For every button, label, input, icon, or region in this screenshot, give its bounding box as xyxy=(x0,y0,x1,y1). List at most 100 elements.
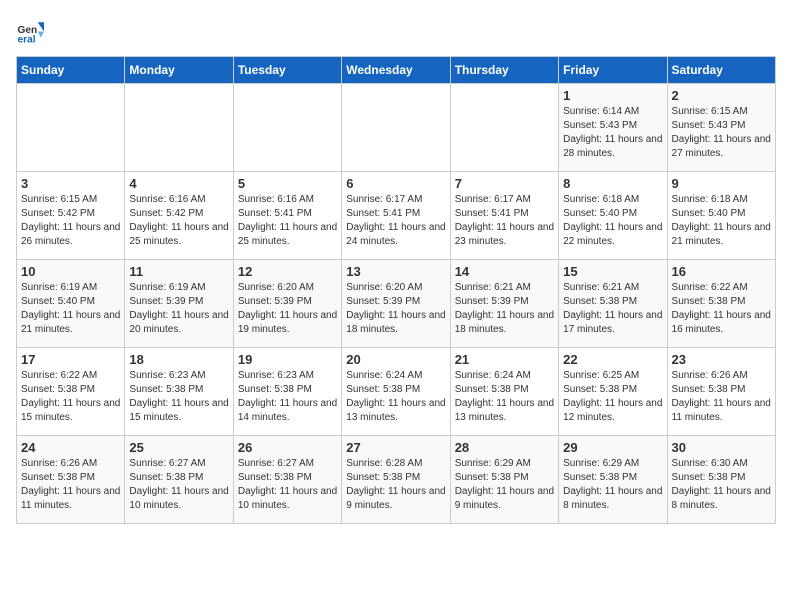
day-info: Sunrise: 6:20 AM Sunset: 5:39 PM Dayligh… xyxy=(346,281,445,337)
day-info: Sunrise: 6:14 AM Sunset: 5:43 PM Dayligh… xyxy=(563,105,662,161)
day-info: Sunrise: 6:21 AM Sunset: 5:38 PM Dayligh… xyxy=(563,281,662,337)
day-cell: 18Sunrise: 6:23 AM Sunset: 5:38 PM Dayli… xyxy=(125,348,233,436)
day-cell: 2 Sunrise: 6:15 AM Sunset: 5:43 PM Daylig… xyxy=(667,84,775,172)
day-number: 7 xyxy=(455,176,554,191)
col-header-tuesday: Tuesday xyxy=(233,57,341,84)
day-number: 26 xyxy=(238,440,337,455)
day-info: Sunrise: 6:17 AM Sunset: 5:41 PM Dayligh… xyxy=(455,193,554,249)
day-info: Sunrise: 6:19 AM Sunset: 5:39 PM Dayligh… xyxy=(129,281,228,337)
week-row-5: 24 Sunrise: 6:26 AM Sunset: 5:38 PM Dayli… xyxy=(17,436,776,524)
day-number: 25 xyxy=(129,440,228,455)
day-cell xyxy=(125,84,233,172)
day-cell: 25 Sunrise: 6:27 AM Sunset: 5:38 PM Dayli… xyxy=(125,436,233,524)
day-number: 27 xyxy=(346,440,445,455)
day-info: Sunrise: 6:26 AM Sunset: 5:38 PM Dayligh… xyxy=(672,369,771,425)
day-info: Sunrise: 6:21 AM Sunset: 5:39 PM Dayligh… xyxy=(455,281,554,337)
day-number: 23 xyxy=(672,352,771,367)
day-cell: 11 Sunrise: 6:19 AM Sunset: 5:39 PM Dayli… xyxy=(125,260,233,348)
day-number: 20 xyxy=(346,352,445,367)
day-cell: 26 Sunrise: 6:27 AM Sunset: 5:38 PM Dayli… xyxy=(233,436,341,524)
day-info: Sunrise: 6:27 AM Sunset: 5:38 PM Dayligh… xyxy=(129,457,228,513)
day-number: 3 xyxy=(21,176,120,191)
week-row-3: 10Sunrise: 6:19 AM Sunset: 5:40 PM Dayli… xyxy=(17,260,776,348)
day-number: 18 xyxy=(129,352,228,367)
day-info: Sunrise: 6:15 AM Sunset: 5:42 PM Dayligh… xyxy=(21,193,120,249)
day-cell: 8 Sunrise: 6:18 AM Sunset: 5:40 PM Daylig… xyxy=(559,172,667,260)
day-info: Sunrise: 6:26 AM Sunset: 5:38 PM Dayligh… xyxy=(21,457,120,513)
day-number: 11 xyxy=(129,264,228,279)
day-number: 6 xyxy=(346,176,445,191)
col-header-wednesday: Wednesday xyxy=(342,57,450,84)
day-cell: 13Sunrise: 6:20 AM Sunset: 5:39 PM Dayli… xyxy=(342,260,450,348)
col-header-friday: Friday xyxy=(559,57,667,84)
svg-text:eral: eral xyxy=(18,34,36,44)
day-info: Sunrise: 6:16 AM Sunset: 5:42 PM Dayligh… xyxy=(129,193,228,249)
day-info: Sunrise: 6:24 AM Sunset: 5:38 PM Dayligh… xyxy=(346,369,445,425)
day-cell: 27 Sunrise: 6:28 AM Sunset: 5:38 PM Dayli… xyxy=(342,436,450,524)
logo-icon: Gen eral xyxy=(16,16,44,44)
day-cell: 1 Sunrise: 6:14 AM Sunset: 5:43 PM Daylig… xyxy=(559,84,667,172)
day-number: 21 xyxy=(455,352,554,367)
day-number: 30 xyxy=(672,440,771,455)
day-cell: 15 Sunrise: 6:21 AM Sunset: 5:38 PM Dayli… xyxy=(559,260,667,348)
day-info: Sunrise: 6:24 AM Sunset: 5:38 PM Dayligh… xyxy=(455,369,554,425)
logo: Gen eral xyxy=(16,16,48,44)
day-number: 28 xyxy=(455,440,554,455)
col-header-monday: Monday xyxy=(125,57,233,84)
day-cell xyxy=(342,84,450,172)
day-cell xyxy=(233,84,341,172)
day-info: Sunrise: 6:20 AM Sunset: 5:39 PM Dayligh… xyxy=(238,281,337,337)
day-number: 17 xyxy=(21,352,120,367)
day-number: 22 xyxy=(563,352,662,367)
col-header-saturday: Saturday xyxy=(667,57,775,84)
day-number: 19 xyxy=(238,352,337,367)
day-cell xyxy=(450,84,558,172)
day-number: 24 xyxy=(21,440,120,455)
col-header-thursday: Thursday xyxy=(450,57,558,84)
day-cell: 30Sunrise: 6:30 AM Sunset: 5:38 PM Dayli… xyxy=(667,436,775,524)
day-cell: 19 Sunrise: 6:23 AM Sunset: 5:38 PM Dayli… xyxy=(233,348,341,436)
day-cell: 3 Sunrise: 6:15 AM Sunset: 5:42 PM Daylig… xyxy=(17,172,125,260)
day-info: Sunrise: 6:18 AM Sunset: 5:40 PM Dayligh… xyxy=(563,193,662,249)
day-cell: 23 Sunrise: 6:26 AM Sunset: 5:38 PM Dayli… xyxy=(667,348,775,436)
day-number: 2 xyxy=(672,88,771,103)
day-cell: 17 Sunrise: 6:22 AM Sunset: 5:38 PM Dayli… xyxy=(17,348,125,436)
day-cell xyxy=(17,84,125,172)
day-cell: 21 Sunrise: 6:24 AM Sunset: 5:38 PM Dayli… xyxy=(450,348,558,436)
day-number: 5 xyxy=(238,176,337,191)
day-cell: 29Sunrise: 6:29 AM Sunset: 5:38 PM Dayli… xyxy=(559,436,667,524)
day-number: 14 xyxy=(455,264,554,279)
day-info: Sunrise: 6:22 AM Sunset: 5:38 PM Dayligh… xyxy=(672,281,771,337)
calendar-table: SundayMondayTuesdayWednesdayThursdayFrid… xyxy=(16,56,776,524)
day-cell: 22 Sunrise: 6:25 AM Sunset: 5:38 PM Dayli… xyxy=(559,348,667,436)
day-cell: 14 Sunrise: 6:21 AM Sunset: 5:39 PM Dayli… xyxy=(450,260,558,348)
day-cell: 12 Sunrise: 6:20 AM Sunset: 5:39 PM Dayli… xyxy=(233,260,341,348)
day-number: 1 xyxy=(563,88,662,103)
day-cell: 24 Sunrise: 6:26 AM Sunset: 5:38 PM Dayli… xyxy=(17,436,125,524)
header-row: SundayMondayTuesdayWednesdayThursdayFrid… xyxy=(17,57,776,84)
day-info: Sunrise: 6:18 AM Sunset: 5:40 PM Dayligh… xyxy=(672,193,771,249)
day-cell: 20 Sunrise: 6:24 AM Sunset: 5:38 PM Dayli… xyxy=(342,348,450,436)
day-number: 15 xyxy=(563,264,662,279)
day-info: Sunrise: 6:25 AM Sunset: 5:38 PM Dayligh… xyxy=(563,369,662,425)
day-info: Sunrise: 6:27 AM Sunset: 5:38 PM Dayligh… xyxy=(238,457,337,513)
day-number: 4 xyxy=(129,176,228,191)
week-row-2: 3 Sunrise: 6:15 AM Sunset: 5:42 PM Daylig… xyxy=(17,172,776,260)
day-cell: 7 Sunrise: 6:17 AM Sunset: 5:41 PM Daylig… xyxy=(450,172,558,260)
day-number: 29 xyxy=(563,440,662,455)
day-cell: 6 Sunrise: 6:17 AM Sunset: 5:41 PM Daylig… xyxy=(342,172,450,260)
day-cell: 28Sunrise: 6:29 AM Sunset: 5:38 PM Dayli… xyxy=(450,436,558,524)
day-info: Sunrise: 6:15 AM Sunset: 5:43 PM Dayligh… xyxy=(672,105,771,161)
day-number: 8 xyxy=(563,176,662,191)
day-cell: 9 Sunrise: 6:18 AM Sunset: 5:40 PM Daylig… xyxy=(667,172,775,260)
day-info: Sunrise: 6:28 AM Sunset: 5:38 PM Dayligh… xyxy=(346,457,445,513)
day-number: 12 xyxy=(238,264,337,279)
day-number: 9 xyxy=(672,176,771,191)
day-info: Sunrise: 6:17 AM Sunset: 5:41 PM Dayligh… xyxy=(346,193,445,249)
day-info: Sunrise: 6:16 AM Sunset: 5:41 PM Dayligh… xyxy=(238,193,337,249)
day-cell: 5 Sunrise: 6:16 AM Sunset: 5:41 PM Daylig… xyxy=(233,172,341,260)
day-info: Sunrise: 6:23 AM Sunset: 5:38 PM Dayligh… xyxy=(238,369,337,425)
day-info: Sunrise: 6:22 AM Sunset: 5:38 PM Dayligh… xyxy=(21,369,120,425)
day-number: 16 xyxy=(672,264,771,279)
week-row-4: 17 Sunrise: 6:22 AM Sunset: 5:38 PM Dayli… xyxy=(17,348,776,436)
